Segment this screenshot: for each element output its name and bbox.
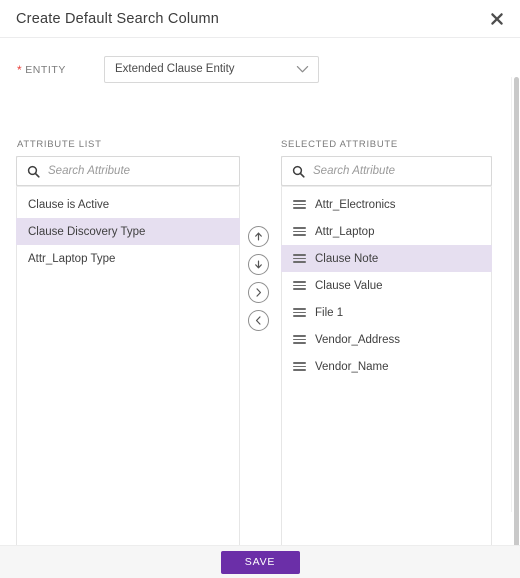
list-item-label: Vendor_Name: [315, 360, 389, 373]
attribute-list-panel: Clause is Active Clause Discovery Type A…: [16, 156, 240, 545]
move-down-button[interactable]: [248, 254, 269, 275]
list-item[interactable]: Attr_Laptop: [281, 218, 492, 245]
drag-handle-icon[interactable]: [293, 281, 306, 290]
list-item[interactable]: Clause Value: [281, 272, 492, 299]
close-icon[interactable]: [484, 6, 510, 32]
list-item[interactable]: Clause is Active: [16, 191, 240, 218]
drag-handle-icon[interactable]: [293, 308, 306, 317]
move-up-button[interactable]: [248, 226, 269, 247]
transfer-button-group: [248, 226, 274, 331]
dialog-title: Create Default Search Column: [16, 11, 220, 27]
entity-select[interactable]: Extended Clause Entity: [104, 56, 319, 83]
create-default-search-column-dialog: Create Default Search Column * ENTITY Ext…: [0, 0, 520, 578]
list-item-label: Attr_Laptop: [315, 225, 375, 238]
list-item-label: Attr_Electronics: [315, 198, 396, 211]
list-item[interactable]: Clause Note: [281, 245, 492, 272]
list-item-label: Vendor_Address: [315, 333, 401, 346]
search-icon: [292, 165, 305, 178]
entity-field-row: * ENTITY Extended Clause Entity: [0, 38, 520, 100]
list-item[interactable]: Vendor_Name: [281, 353, 492, 380]
required-asterisk: *: [17, 63, 23, 77]
dialog-footer: SAVE: [0, 545, 520, 578]
list-item[interactable]: Vendor_Address: [281, 326, 492, 353]
chevron-down-icon: [296, 65, 309, 74]
drag-handle-icon[interactable]: [293, 335, 306, 344]
drag-handle-icon[interactable]: [293, 254, 306, 263]
entity-label: * ENTITY: [17, 63, 66, 77]
selected-attribute-heading: SELECTED ATTRIBUTE: [281, 139, 398, 150]
list-item[interactable]: Attr_Laptop Type: [16, 245, 240, 272]
drag-handle-icon[interactable]: [293, 362, 306, 371]
dialog-header: Create Default Search Column: [0, 0, 520, 38]
search-icon: [27, 165, 40, 178]
dialog-body: * ENTITY Extended Clause Entity ATTRIBUTE…: [0, 38, 520, 545]
selected-attribute-search-input[interactable]: [313, 165, 491, 177]
attribute-list-search-input[interactable]: [48, 165, 239, 177]
list-item[interactable]: File 1: [281, 299, 492, 326]
list-item-label: Clause Value: [315, 279, 383, 292]
save-button[interactable]: SAVE: [220, 550, 300, 574]
attribute-list-heading: ATTRIBUTE LIST: [17, 139, 102, 150]
list-item-label: Clause Note: [315, 252, 379, 265]
list-item-label: Clause Discovery Type: [28, 225, 146, 238]
page-scrollbar-thumb[interactable]: [514, 77, 519, 545]
attribute-list-search-box[interactable]: [16, 156, 240, 186]
list-item[interactable]: Attr_Electronics: [281, 191, 492, 218]
attribute-list[interactable]: Clause is Active Clause Discovery Type A…: [16, 186, 240, 545]
move-right-button[interactable]: [248, 282, 269, 303]
drag-handle-icon[interactable]: [293, 227, 306, 236]
selected-attribute-panel: Attr_Electronics Attr_Laptop Clause Note…: [281, 156, 492, 545]
entity-select-value: Extended Clause Entity: [115, 63, 235, 75]
drag-handle-icon[interactable]: [293, 200, 306, 209]
list-item-label: Clause is Active: [28, 198, 110, 211]
selected-attribute-list[interactable]: Attr_Electronics Attr_Laptop Clause Note…: [281, 186, 492, 545]
entity-label-text: ENTITY: [25, 64, 66, 76]
list-item-label: File 1: [315, 306, 344, 319]
selected-attribute-search-box[interactable]: [281, 156, 492, 186]
list-item[interactable]: Clause Discovery Type: [16, 218, 240, 245]
move-left-button[interactable]: [248, 310, 269, 331]
page-scrollbar[interactable]: [511, 77, 520, 545]
list-item-label: Attr_Laptop Type: [28, 252, 116, 265]
